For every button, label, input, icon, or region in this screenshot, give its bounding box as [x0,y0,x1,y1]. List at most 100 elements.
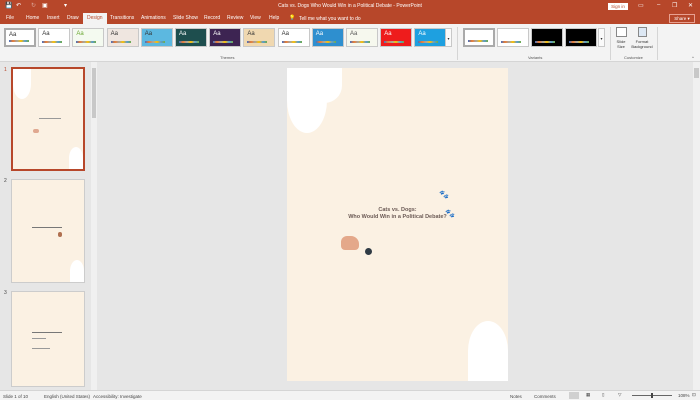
tab-record[interactable]: Record [204,15,220,21]
theme-sample-text: Aa [247,31,255,37]
format-background-label: Format Background [631,39,653,49]
theme-thumbnail[interactable]: Aa [346,28,378,47]
divider [457,27,458,60]
slide-sorter-icon[interactable]: ▦ [586,392,590,398]
tab-review[interactable]: Review [227,15,243,21]
scrollbar-thumb[interactable] [92,68,96,118]
theme-thumbnail[interactable]: Aa [38,28,71,47]
divider [610,27,611,60]
zoom-level[interactable]: 108% [678,393,690,398]
fit-slide-icon[interactable]: ⊡ [692,392,696,398]
variant-color-bar [501,41,521,43]
variants-more-button[interactable]: ▾ [598,28,605,47]
theme-color-bar [179,41,199,43]
slideshow-icon[interactable]: ▽ [618,392,621,398]
share-button[interactable]: Share ▾ [669,14,695,23]
ribbon-display-icon[interactable]: ▭ [638,2,644,9]
variant-thumbnail[interactable] [565,28,597,47]
tab-view[interactable]: View [250,15,261,21]
normal-view-icon[interactable] [569,392,579,399]
theme-sample-text: Aa [144,31,153,37]
theme-sample-text: Aa [350,31,358,37]
tell-me-search[interactable]: Tell me what you want to do [299,16,361,22]
theme-thumbnail[interactable]: Aa [277,28,310,47]
theme-sample-text: Aa [315,31,324,37]
theme-thumbnail[interactable]: Aa [175,28,207,47]
scrollbar-thumb[interactable] [694,68,699,78]
variant-thumbnail[interactable] [531,28,563,47]
tab-home[interactable]: Home [26,15,39,21]
status-bar: Slide 1 of 10 English (United States) Ac… [0,390,700,400]
slide-thumbnail-1[interactable] [11,67,85,171]
theme-thumbnail[interactable]: Aa [140,28,173,47]
theme-thumbnail[interactable]: Aa [243,28,276,47]
theme-thumbnail[interactable]: Aa [72,28,105,47]
paw-print-icon: 🐾 [439,190,449,199]
theme-color-bar [110,41,131,43]
variant-color-bar [468,40,488,42]
slide-thumbnail-pane: 1 2 3 [0,62,98,390]
format-background-icon [637,27,647,37]
dog-illustration [341,236,359,250]
sign-in-button[interactable]: Sign in [608,3,628,10]
subtitle-line: Who Would Win in a Political Debate? [348,214,447,220]
theme-color-bar [418,41,439,43]
slide-number: 2 [4,178,7,184]
minimize-icon[interactable]: – [657,2,660,8]
theme-color-bar [9,40,29,42]
variant-thumbnail[interactable] [497,28,529,47]
restore-icon[interactable]: ❐ [672,2,677,9]
slide-number: 3 [4,290,7,296]
notes-button[interactable]: Notes [510,394,522,399]
share-label: Share [674,16,687,21]
slide-scrollbar[interactable] [693,62,700,390]
reading-view-icon[interactable]: ▯ [602,392,604,398]
tab-insert[interactable]: Insert [47,15,60,21]
zoom-slider-thumb[interactable] [651,393,653,398]
theme-thumbnail[interactable]: Aa [4,28,36,47]
theme-sample-text: Aa [9,32,17,38]
theme-color-bar [144,41,165,43]
window-title: Cats vs. Dogs Who Would Win in a Politic… [278,3,422,9]
theme-sample-text: Aa [179,31,187,37]
tab-help[interactable]: Help [269,15,279,21]
tab-draw[interactable]: Draw [67,15,79,21]
theme-color-bar [281,41,302,43]
theme-thumbnail[interactable]: Aa [311,28,344,47]
theme-sample-text: Aa [76,31,84,37]
slide-canvas[interactable]: Cats vs. Dogs: Who Would Win in a Politi… [287,68,508,381]
language-button[interactable]: English (United States) [44,394,90,399]
theme-color-bar [350,41,370,43]
tab-design[interactable]: Design [83,13,107,24]
slide-thumbnail-2[interactable] [11,179,85,283]
title-line: Cats vs. Dogs: [378,207,417,213]
variant-color-bar [569,41,589,43]
theme-thumbnail[interactable]: Aa [106,28,139,47]
tab-animations[interactable]: Animations [141,15,166,21]
theme-sample-text: Aa [110,31,118,37]
tab-transitions[interactable]: Transitions [110,15,134,21]
theme-thumbnail[interactable]: Aa [414,28,447,47]
slide-title[interactable]: Cats vs. Dogs: Who Would Win in a Politi… [287,207,508,221]
format-background-button[interactable]: Format Background [630,27,654,49]
slide-size-label: Slide Size [616,39,626,49]
variants-group-label: Variants [528,55,543,60]
theme-thumbnail[interactable]: Aa [380,28,413,47]
slide-size-button[interactable]: Slide Size [614,27,628,49]
accessibility-button[interactable]: Accessibility: Investigate [93,394,142,399]
theme-sample-text: Aa [281,31,289,37]
collapse-ribbon-icon[interactable]: ^ [692,55,694,60]
tab-file[interactable]: File [6,15,14,21]
tab-slide-show[interactable]: Slide Show [173,15,198,21]
theme-color-bar [384,41,405,43]
theme-color-bar [213,41,234,43]
theme-thumbnail[interactable]: Aa [209,28,242,47]
divider [657,27,658,60]
theme-color-bar [76,41,97,43]
thumbnail-scrollbar[interactable] [91,62,97,390]
slide-thumbnail-3[interactable] [11,291,85,387]
variant-color-bar [535,41,555,43]
comments-button[interactable]: Comments [534,394,556,399]
close-icon[interactable]: ✕ [688,2,693,9]
variant-thumbnail[interactable] [463,28,495,47]
